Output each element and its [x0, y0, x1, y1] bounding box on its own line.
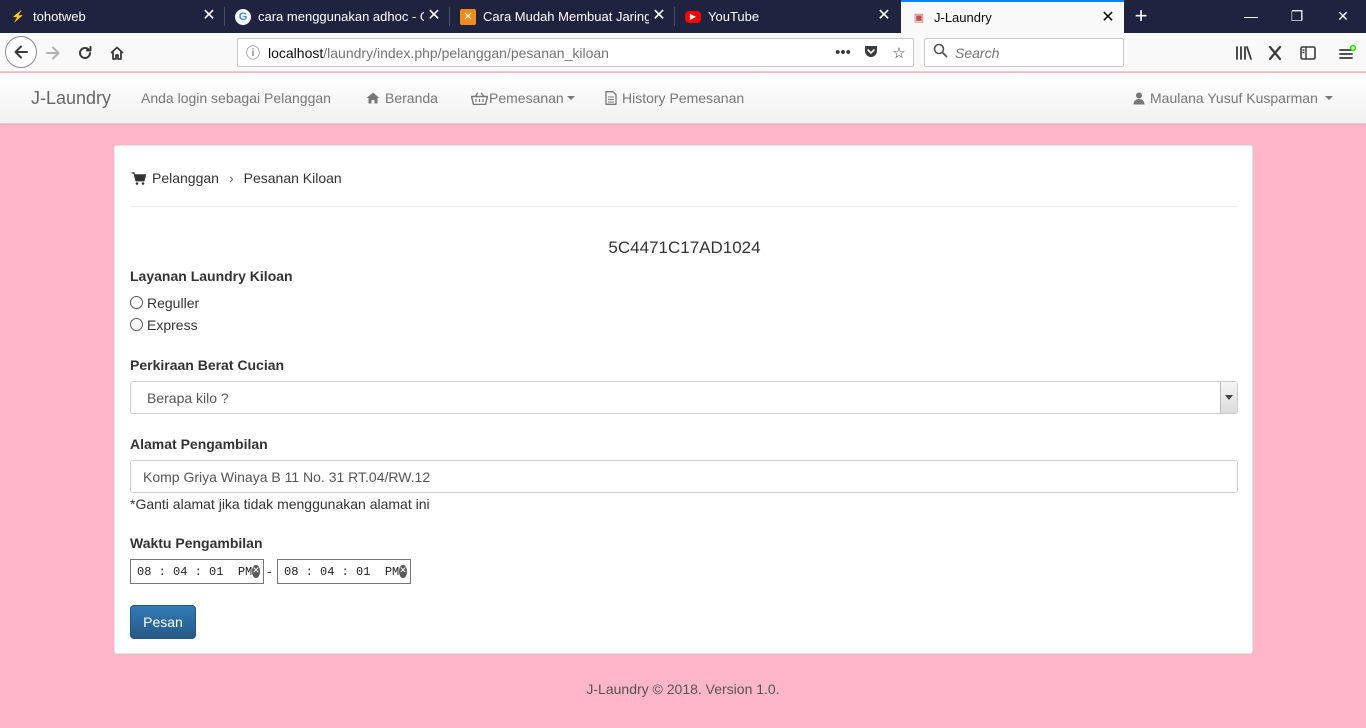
- menu-icon[interactable]: [1332, 38, 1362, 68]
- time-value: 08 : 04 : 01 PM: [137, 564, 253, 579]
- youtube-favicon-icon: ▶: [685, 10, 701, 23]
- search-icon: [925, 43, 955, 62]
- browser-toolbar: ⓘ localhost/laundry/index.php/pelanggan/…: [0, 33, 1366, 72]
- browser-tab[interactable]: ⚡ tohotweb ✕: [0, 0, 225, 33]
- new-tab-icon[interactable]: +: [1128, 4, 1154, 30]
- clear-icon[interactable]: ✕: [399, 565, 407, 578]
- site-navbar: J-Laundry Anda login sebagai Pelanggan B…: [0, 73, 1366, 124]
- clear-icon[interactable]: ✕: [252, 565, 260, 578]
- search-bar[interactable]: [924, 38, 1124, 67]
- breadcrumb-separator: ›: [228, 170, 234, 186]
- radio-label: Express: [147, 317, 198, 333]
- browser-tab[interactable]: ▶ YouTube ✕: [675, 0, 900, 33]
- site-info-icon[interactable]: ⓘ: [238, 43, 268, 63]
- pickup-time-to-input[interactable]: 08 : 04 : 01 PM ✕: [277, 559, 411, 584]
- tab-title: tohotweb: [33, 9, 86, 24]
- bookmark-star-icon[interactable]: ☆: [885, 44, 913, 62]
- nav-order-dropdown[interactable]: Pemesanan: [471, 90, 575, 106]
- radio-option-express[interactable]: Express: [130, 317, 198, 333]
- time-value: 08 : 04 : 01 PM: [284, 564, 400, 579]
- nav-history-label: History Pemesanan: [622, 90, 745, 106]
- article-favicon-icon: ✕: [460, 8, 476, 25]
- login-status-text: Anda login sebagai Pelanggan: [141, 90, 331, 106]
- select-arrow-icon[interactable]: [1220, 382, 1237, 413]
- breadcrumb: Pelanggan › Pesanan Kiloan: [131, 170, 342, 186]
- divider: [130, 206, 1238, 207]
- submit-order-button[interactable]: Pesan: [130, 605, 196, 639]
- tab-title: YouTube: [708, 9, 760, 24]
- back-button[interactable]: [5, 36, 37, 68]
- url-text[interactable]: localhost/laundry/index.php/pelanggan/pe…: [268, 45, 829, 61]
- shopping-cart-icon: [131, 171, 146, 185]
- url-path: /laundry/index.php/pelanggan/pesanan_kil…: [323, 44, 609, 61]
- footer-text: J-Laundry © 2018. Version 1.0.: [586, 681, 780, 697]
- service-label: Layanan Laundry Kiloan: [130, 268, 293, 284]
- reload-icon: [79, 46, 92, 59]
- weight-select-value: Berapa kilo ?: [147, 390, 229, 406]
- user-icon: [1133, 92, 1145, 104]
- nav-home-link[interactable]: Beranda: [366, 90, 438, 106]
- laundry-favicon-icon: ▣: [911, 9, 927, 26]
- chevron-down-icon: [1324, 96, 1333, 100]
- tab-close-icon[interactable]: ✕: [876, 8, 892, 24]
- user-name: Maulana Yusuf Kusparman: [1150, 90, 1318, 106]
- window-close-icon[interactable]: ✕: [1320, 0, 1366, 33]
- brand-link[interactable]: J-Laundry: [31, 88, 111, 109]
- arrow-right-icon: [46, 46, 60, 60]
- user-menu-dropdown[interactable]: Maulana Yusuf Kusparman: [1133, 90, 1333, 106]
- tab-close-icon[interactable]: ✕: [651, 8, 667, 24]
- radio-button[interactable]: [130, 317, 143, 331]
- weight-label: Perkiraan Berat Cucian: [130, 357, 285, 373]
- browser-tab-strip: ⚡ tohotweb ✕ G cara menggunakan adhoc - …: [0, 0, 1366, 33]
- arrow-left-icon: [14, 45, 28, 59]
- google-favicon-icon: G: [235, 8, 251, 25]
- browser-tab[interactable]: ✕ Cara Mudah Membuat Jaringan ✕: [450, 0, 675, 33]
- tab-close-icon[interactable]: ✕: [201, 8, 217, 24]
- nav-order-label: Pemesanan: [489, 90, 564, 106]
- breadcrumb-current: Pesanan Kiloan: [243, 170, 342, 186]
- reload-button[interactable]: [70, 38, 100, 68]
- url-host: localhost: [268, 44, 324, 61]
- radio-label: Reguller: [147, 295, 200, 311]
- breadcrumb-parent[interactable]: Pelanggan: [152, 170, 219, 186]
- address-hint: *Ganti alamat jika tidak menggunakan ala…: [130, 496, 430, 512]
- sidebar-icon[interactable]: [1293, 38, 1323, 68]
- minimize-icon[interactable]: —: [1228, 0, 1274, 33]
- address-label: Alamat Pengambilan: [130, 436, 268, 452]
- page-actions-icon[interactable]: •••: [829, 44, 857, 61]
- extension-x-icon[interactable]: [1260, 38, 1290, 68]
- tab-close-icon[interactable]: ✕: [426, 8, 442, 24]
- pocket-icon[interactable]: [857, 43, 885, 63]
- pickup-time-from-input[interactable]: 08 : 04 : 01 PM ✕: [130, 559, 264, 584]
- nav-home-label: Beranda: [385, 90, 438, 106]
- forward-button[interactable]: [38, 38, 68, 68]
- library-icon[interactable]: [1229, 38, 1259, 68]
- tab-title: cara menggunakan adhoc - Go: [258, 9, 424, 24]
- address-input[interactable]: [130, 460, 1238, 493]
- home-button[interactable]: [102, 38, 132, 68]
- tohotweb-favicon-icon: ⚡: [10, 8, 26, 25]
- time-range-separator: -: [267, 563, 272, 579]
- home-icon: [110, 46, 124, 60]
- radio-option-reguller[interactable]: Reguller: [130, 295, 199, 311]
- order-form-panel: Pelanggan › Pesanan Kiloan 5C4471C17AD10…: [114, 145, 1253, 654]
- file-text-icon: [605, 91, 617, 105]
- browser-tab[interactable]: G cara menggunakan adhoc - Go ✕: [225, 0, 450, 33]
- tab-close-icon[interactable]: ✕: [1100, 10, 1116, 26]
- url-bar[interactable]: ⓘ localhost/laundry/index.php/pelanggan/…: [237, 38, 914, 67]
- chevron-down-icon: [566, 96, 575, 100]
- nav-history-link[interactable]: History Pemesanan: [605, 90, 744, 106]
- tab-title: J-Laundry: [934, 10, 992, 25]
- search-input[interactable]: [955, 44, 1115, 61]
- basket-icon: [471, 91, 488, 105]
- browser-tab-active[interactable]: ▣ J-Laundry ✕: [901, 0, 1124, 33]
- home-icon: [366, 92, 380, 104]
- order-id: 5C4471C17AD1024: [608, 238, 761, 257]
- tab-title: Cara Mudah Membuat Jaringan: [483, 9, 649, 24]
- radio-button[interactable]: [130, 295, 143, 309]
- weight-select[interactable]: Berapa kilo ?: [130, 381, 1238, 414]
- pickup-time-label: Waktu Pengambilan: [130, 535, 263, 551]
- maximize-icon[interactable]: ❐: [1274, 0, 1320, 33]
